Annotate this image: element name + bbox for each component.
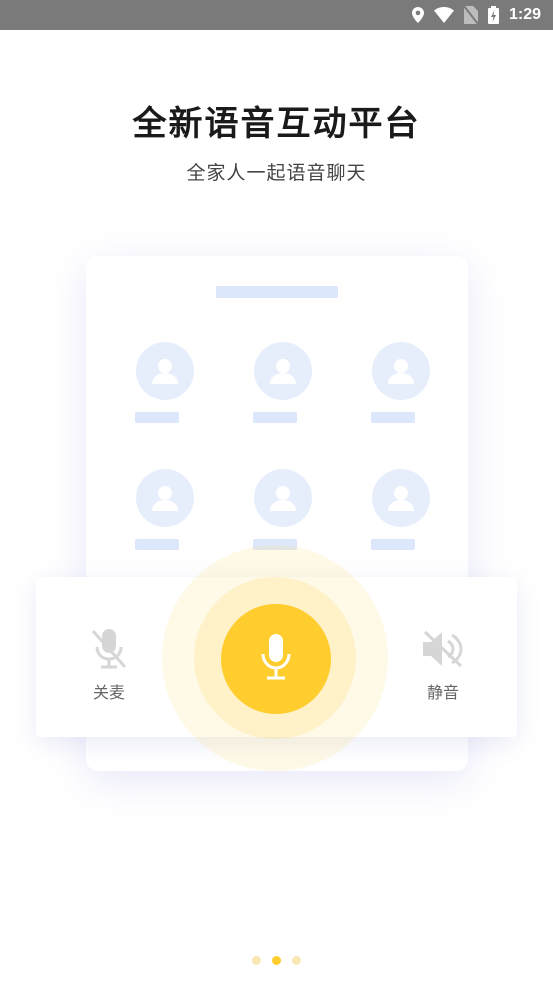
mute-mic-control[interactable]: 关麦: [69, 625, 149, 703]
talk-button[interactable]: [221, 604, 331, 714]
page-indicator: [0, 956, 553, 965]
avatar-placeholder-icon: [136, 469, 194, 527]
location-icon: [411, 7, 424, 23]
battery-charging-icon: [487, 6, 499, 24]
avatar-placeholder-icon: [254, 342, 312, 400]
seat-placeholder: [365, 342, 435, 432]
name-placeholder: [371, 539, 415, 550]
page-dot-active[interactable]: [272, 956, 281, 965]
mute-mic-label: 关麦: [92, 683, 125, 702]
seat-placeholder: [365, 469, 435, 559]
mute-speaker-label: 静音: [426, 683, 459, 702]
page-dot[interactable]: [292, 956, 301, 965]
name-placeholder: [371, 412, 415, 423]
seat-placeholder: [247, 342, 317, 432]
status-bar: 1:29: [0, 0, 553, 30]
microphone-icon: [258, 632, 294, 686]
mute-speaker-control[interactable]: 静音: [403, 625, 483, 703]
name-placeholder: [135, 412, 179, 423]
wifi-icon: [433, 7, 454, 23]
no-sim-icon: [463, 6, 478, 24]
avatar-placeholder-icon: [372, 342, 430, 400]
speaker-mute-icon[interactable]: [419, 625, 467, 673]
page-title: 全新语音互动平台: [132, 104, 421, 144]
mic-off-icon[interactable]: [85, 625, 133, 673]
avatar-placeholder-icon: [372, 469, 430, 527]
status-time: 1:29: [508, 6, 541, 23]
seat-placeholder: [129, 469, 199, 559]
avatar-placeholder-icon: [136, 342, 194, 400]
name-placeholder: [253, 412, 297, 423]
room-title-placeholder: [216, 286, 338, 298]
avatar-placeholder-icon: [254, 469, 312, 527]
page-subtitle: 全家人一起语音聊天: [186, 162, 367, 184]
page-dot[interactable]: [252, 956, 261, 965]
seat-placeholder: [129, 342, 199, 432]
name-placeholder: [135, 539, 179, 550]
